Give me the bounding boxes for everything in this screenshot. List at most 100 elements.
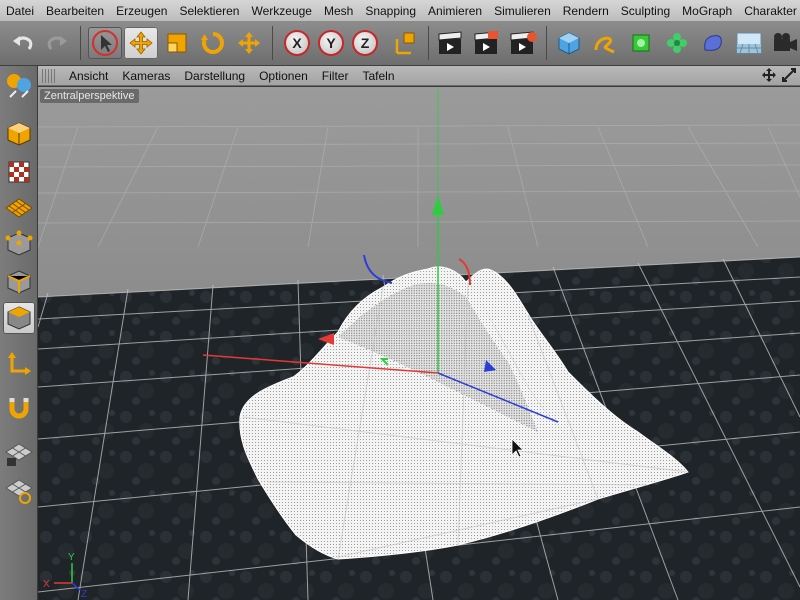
grid-lock-icon: [5, 443, 33, 466]
viewport-menu-tafeln[interactable]: Tafeln: [355, 69, 401, 83]
polygons-cube-icon: [7, 306, 31, 330]
camera-mode-label: Zentralperspektive: [40, 89, 139, 103]
menu-animieren[interactable]: Animieren: [422, 0, 488, 21]
menu-rendern[interactable]: Rendern: [557, 0, 615, 21]
plus-arrows-icon: [238, 32, 260, 54]
workplane-mode-button[interactable]: [3, 192, 35, 224]
camera-object-button[interactable]: [768, 27, 800, 59]
edges-cube-icon: [7, 270, 31, 294]
zoom-view-icon[interactable]: [782, 68, 796, 82]
magnet-icon: [9, 398, 29, 419]
left-tool-palette: [0, 66, 38, 600]
redo-button[interactable]: [40, 27, 74, 59]
gizmo-y-label: Y: [68, 552, 75, 563]
menu-datei[interactable]: Datei: [0, 0, 40, 21]
axis-z-label: Z: [352, 30, 378, 56]
axis-y-label: Y: [318, 30, 344, 56]
cursor-select-icon: [92, 30, 118, 56]
menu-bearbeiten[interactable]: Bearbeiten: [40, 0, 110, 21]
undo-icon: [13, 36, 33, 50]
menu-selektieren[interactable]: Selektieren: [173, 0, 245, 21]
deformer-object-button[interactable]: [696, 27, 730, 59]
viewport-menu-bar: Ansicht Kameras Darstellung Optionen Fil…: [38, 66, 800, 86]
toolbar-separator: [80, 26, 81, 60]
3d-viewport[interactable]: Y X Z Zentralperspektive: [38, 87, 800, 600]
menu-charakter[interactable]: Charakter: [738, 0, 800, 21]
viewport-menu-optionen[interactable]: Optionen: [252, 69, 315, 83]
points-cube-icon: [5, 230, 33, 256]
axis-mode-button[interactable]: [3, 348, 35, 380]
snapping-button[interactable]: [3, 392, 35, 424]
polygons-mode-button[interactable]: [3, 302, 35, 334]
floor-object-button[interactable]: [732, 27, 766, 59]
nurbs-object-button[interactable]: [624, 27, 658, 59]
main-toolbar: X Y Z: [0, 22, 800, 66]
viewport-menu-kameras[interactable]: Kameras: [115, 69, 177, 83]
mograph-object-button[interactable]: [660, 27, 694, 59]
axis-x-label: X: [284, 30, 310, 56]
deformer-icon: [704, 35, 722, 51]
menu-bar: Datei Bearbeiten Erzeugen Selektieren We…: [0, 0, 800, 22]
viewport-menu-ansicht[interactable]: Ansicht: [62, 69, 115, 83]
undo-button[interactable]: [6, 27, 40, 59]
texture-mode-button[interactable]: [3, 156, 35, 188]
viewport-nav-tools: [762, 68, 796, 82]
menu-mograph[interactable]: MoGraph: [676, 0, 738, 21]
workplane-grid-icon: [5, 198, 33, 218]
workplane-align-button[interactable]: [3, 474, 35, 506]
last-tool-button[interactable]: [232, 27, 266, 59]
clapper-render-icon: [474, 31, 498, 54]
menu-snapping[interactable]: Snapping: [359, 0, 422, 21]
clapper-icon: [438, 31, 462, 54]
workplane-lock-button[interactable]: [3, 438, 35, 470]
spline-object-button[interactable]: [588, 27, 622, 59]
menu-mesh[interactable]: Mesh: [318, 0, 359, 21]
toolbar-separator: [546, 26, 547, 60]
menu-werkzeuge[interactable]: Werkzeuge: [245, 0, 317, 21]
edges-mode-button[interactable]: [3, 266, 35, 298]
move-tool-button[interactable]: [124, 27, 158, 59]
axis-z-lock-button[interactable]: Z: [348, 27, 382, 59]
panel-grip-handle[interactable]: [42, 68, 56, 83]
cube-icon: [558, 32, 580, 55]
coordinate-system-icon: [395, 32, 415, 55]
render-settings-button[interactable]: [506, 27, 540, 59]
menu-erzeugen[interactable]: Erzeugen: [110, 0, 173, 21]
render-picture-viewer-button[interactable]: [470, 27, 504, 59]
pan-view-icon[interactable]: [762, 68, 776, 82]
axis-y-lock-button[interactable]: Y: [314, 27, 348, 59]
cube-object-button[interactable]: [552, 27, 586, 59]
redo-icon: [47, 36, 67, 50]
toolbar-separator: [428, 26, 429, 60]
gizmo-z-label: Z: [81, 589, 87, 600]
model-cube-icon: [7, 122, 31, 146]
menu-simulieren[interactable]: Simulieren: [488, 0, 557, 21]
viewport-menu-darstellung[interactable]: Darstellung: [177, 69, 252, 83]
axis-x-lock-button[interactable]: X: [280, 27, 314, 59]
render-view-button[interactable]: [434, 27, 468, 59]
select-tool-button[interactable]: [88, 27, 122, 59]
rotate-tool-button[interactable]: [196, 27, 230, 59]
points-mode-button[interactable]: [3, 228, 35, 260]
viewport-menu-filter[interactable]: Filter: [315, 69, 356, 83]
grid-rotate-icon: [5, 479, 33, 504]
coordinate-system-button[interactable]: [388, 27, 422, 59]
clapper-settings-icon: [510, 31, 537, 54]
scale-tool-button[interactable]: [160, 27, 194, 59]
subdivision-icon: [632, 34, 650, 52]
cloner-icon: [667, 33, 687, 53]
spline-icon: [594, 36, 615, 54]
checker-texture-icon: [8, 161, 30, 183]
floor-icon: [736, 32, 762, 54]
menu-sculpting[interactable]: Sculpting: [615, 0, 676, 21]
move-arrows-icon: [129, 31, 153, 55]
model-mode-button[interactable]: [3, 118, 35, 150]
make-editable-button[interactable]: [3, 70, 35, 102]
camera-icon: [774, 33, 797, 51]
axis-corner-icon: [8, 352, 31, 375]
viewport-scene: Y X Z: [38, 87, 800, 600]
gizmo-x-label: X: [43, 579, 50, 590]
make-editable-icon: [7, 74, 31, 98]
toolbar-separator: [272, 26, 273, 60]
rotate-icon: [201, 32, 224, 54]
